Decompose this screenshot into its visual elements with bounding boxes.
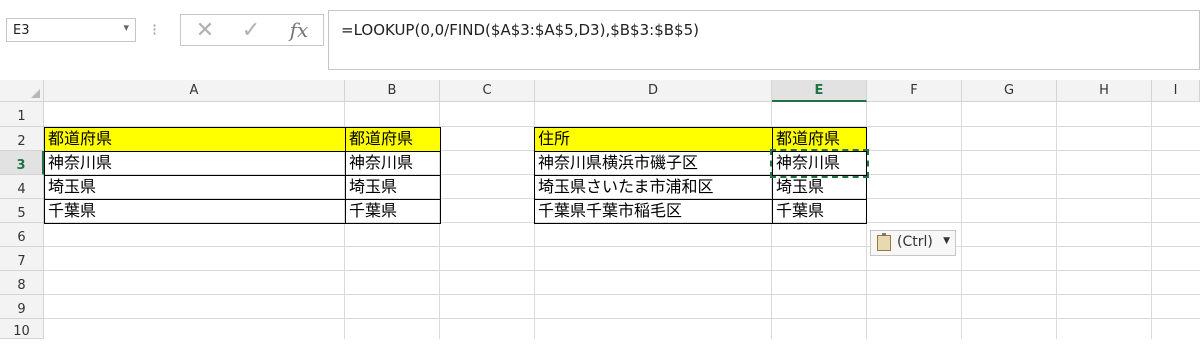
cell-a4[interactable]: 埼玉県 xyxy=(44,175,346,200)
cell-e5[interactable]: 千葉県 xyxy=(772,199,867,224)
formula-bar-area: E3 ▾ ⁝ ✕ ✓ fx =LOOKUP(0,0/FIND($A$3:$A$5… xyxy=(0,0,1200,72)
formula-input[interactable]: =LOOKUP(0,0/FIND($A$3:$A$5,D3),$B$3:$B$5… xyxy=(328,10,1200,70)
name-box-value: E3 xyxy=(13,23,30,38)
gridline xyxy=(961,102,962,339)
row-header-5[interactable]: 5 xyxy=(0,199,44,223)
cell-a2[interactable]: 都道府県 xyxy=(44,127,346,152)
cell-a5[interactable]: 千葉県 xyxy=(44,199,346,224)
gridline xyxy=(44,270,1200,271)
check-icon[interactable]: ✓ xyxy=(231,17,271,43)
row-header-6[interactable]: 6 xyxy=(0,223,44,247)
column-header-e[interactable]: E xyxy=(772,80,867,102)
active-cell-selection[interactable] xyxy=(770,149,869,178)
chevron-down-icon[interactable]: ▾ xyxy=(123,21,129,34)
row-header-3[interactable]: 3 xyxy=(0,151,44,175)
row-header-9[interactable]: 9 xyxy=(0,295,44,319)
column-header-b[interactable]: B xyxy=(345,80,440,102)
cell-b5[interactable]: 千葉県 xyxy=(345,199,441,224)
gridline xyxy=(44,318,1200,319)
column-header-c[interactable]: C xyxy=(440,80,535,102)
clipboard-icon xyxy=(877,233,891,251)
formula-text: =LOOKUP(0,0/FIND($A$3:$A$5,D3),$B$3:$B$5… xyxy=(341,21,699,39)
row-header-10[interactable]: 10 xyxy=(0,319,44,339)
cell-b3[interactable]: 神奈川県 xyxy=(345,151,441,176)
cell-b4[interactable]: 埼玉県 xyxy=(345,175,441,200)
paste-options-button[interactable]: (Ctrl) ▼ xyxy=(870,230,956,256)
cell-e4[interactable]: 埼玉県 xyxy=(772,175,867,200)
row-header-4[interactable]: 4 xyxy=(0,175,44,199)
column-header-g[interactable]: G xyxy=(962,80,1057,102)
name-box[interactable]: E3 ▾ xyxy=(6,18,136,42)
column-header-a[interactable]: A xyxy=(44,80,345,102)
column-header-h[interactable]: H xyxy=(1057,80,1152,102)
gridline xyxy=(1056,102,1057,339)
close-icon[interactable]: ✕ xyxy=(185,17,225,43)
column-header-d[interactable]: D xyxy=(535,80,772,102)
select-all-button[interactable] xyxy=(0,80,44,102)
chevron-down-icon: ▼ xyxy=(943,236,950,246)
formula-buttons: ✕ ✓ fx xyxy=(180,14,324,46)
row-header-8[interactable]: 8 xyxy=(0,271,44,295)
gridline xyxy=(44,294,1200,295)
row-header-1[interactable]: 1 xyxy=(0,102,44,127)
cell-d5[interactable]: 千葉県千葉市稲毛区 xyxy=(534,199,773,224)
cell-d4[interactable]: 埼玉県さいたま市浦和区 xyxy=(534,175,773,200)
cell-d3[interactable]: 神奈川県横浜市磯子区 xyxy=(534,151,773,176)
more-options-icon[interactable]: ⁝ xyxy=(152,20,157,39)
column-header-f[interactable]: F xyxy=(867,80,962,102)
cell-d2[interactable]: 住所 xyxy=(534,127,773,152)
paste-options-label: (Ctrl) xyxy=(897,234,933,250)
row-header-7[interactable]: 7 xyxy=(0,247,44,271)
row-header-2[interactable]: 2 xyxy=(0,127,44,151)
gridline xyxy=(44,246,1200,247)
column-header-i[interactable]: I xyxy=(1152,80,1200,102)
cell-a3[interactable]: 神奈川県 xyxy=(44,151,346,176)
cell-b2[interactable]: 都道府県 xyxy=(345,127,441,152)
gridline xyxy=(1151,102,1152,339)
insert-function-icon[interactable]: fx xyxy=(279,17,319,43)
